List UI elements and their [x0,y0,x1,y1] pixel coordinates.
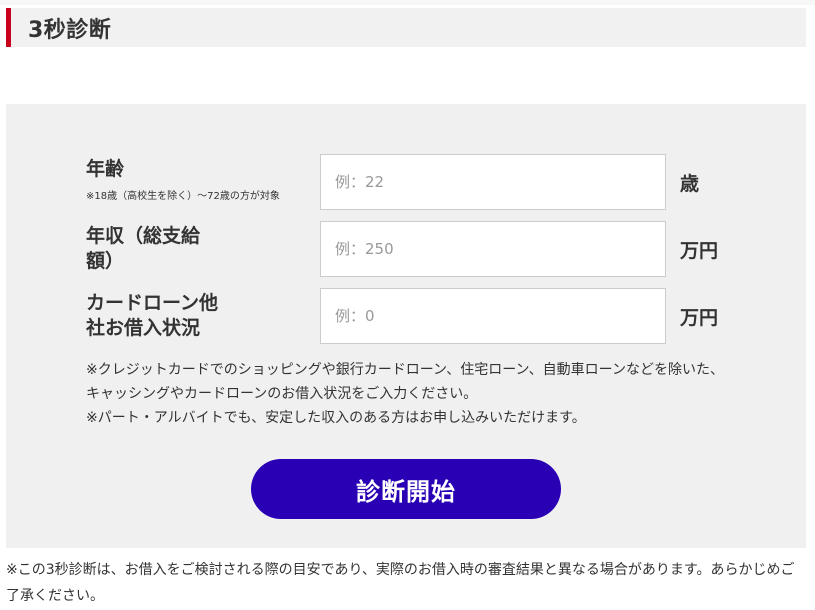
income-label: 年収（総支給額） [86,225,201,272]
note-part-time: ※パート・アルバイトでも、安定した収入のある方はお申し込みいただけます。 [86,410,586,426]
form-row-income: 年収（総支給額） 万円 [6,221,806,277]
page-title: 3秒診断 [28,17,112,43]
age-input[interactable] [320,154,666,210]
form-notes: ※クレジットカードでのショッピングや銀行カードローン、住宅ローン、自動車ローンな… [86,358,736,430]
top-divider [0,0,815,5]
form-row-other-loans: カードローン他社お借入状況 万円 [6,288,806,344]
income-label-group: 年収（総支給額） [86,221,311,277]
age-eligibility-note: ※18歳（高校生を除く）～72歳の方が対象 [86,191,280,202]
other-loans-label-group: カードローン他社お借入状況 [86,288,311,344]
age-unit: 歳 [680,173,700,195]
age-label-group: 年齢 ※18歳（高校生を除く）～72歳の方が対象 [86,154,311,210]
other-loans-input[interactable] [320,288,666,344]
form-row-age: 年齢 ※18歳（高校生を除く）～72歳の方が対象 歳 [6,154,806,210]
age-label: 年齢 [86,158,125,180]
start-diagnosis-button[interactable]: 診断開始 [251,459,561,519]
income-unit: 万円 [680,240,719,262]
note-exclusions: ※クレジットカードでのショッピングや銀行カードローン、住宅ローン、自動車ローンな… [86,362,724,402]
income-input[interactable] [320,221,666,277]
section-header: 3秒診断 [6,8,806,47]
disclaimer-text: ※この3秒診断は、お借入をご検討される際の目安であり、実際のお借入時の審査結果と… [6,562,795,604]
other-loans-label: カードローン他社お借入状況 [86,292,219,339]
other-loans-unit: 万円 [680,307,719,329]
diagnosis-form: 年齢 ※18歳（高校生を除く）～72歳の方が対象 歳 年収（総支給額） 万円 カ… [6,104,806,548]
